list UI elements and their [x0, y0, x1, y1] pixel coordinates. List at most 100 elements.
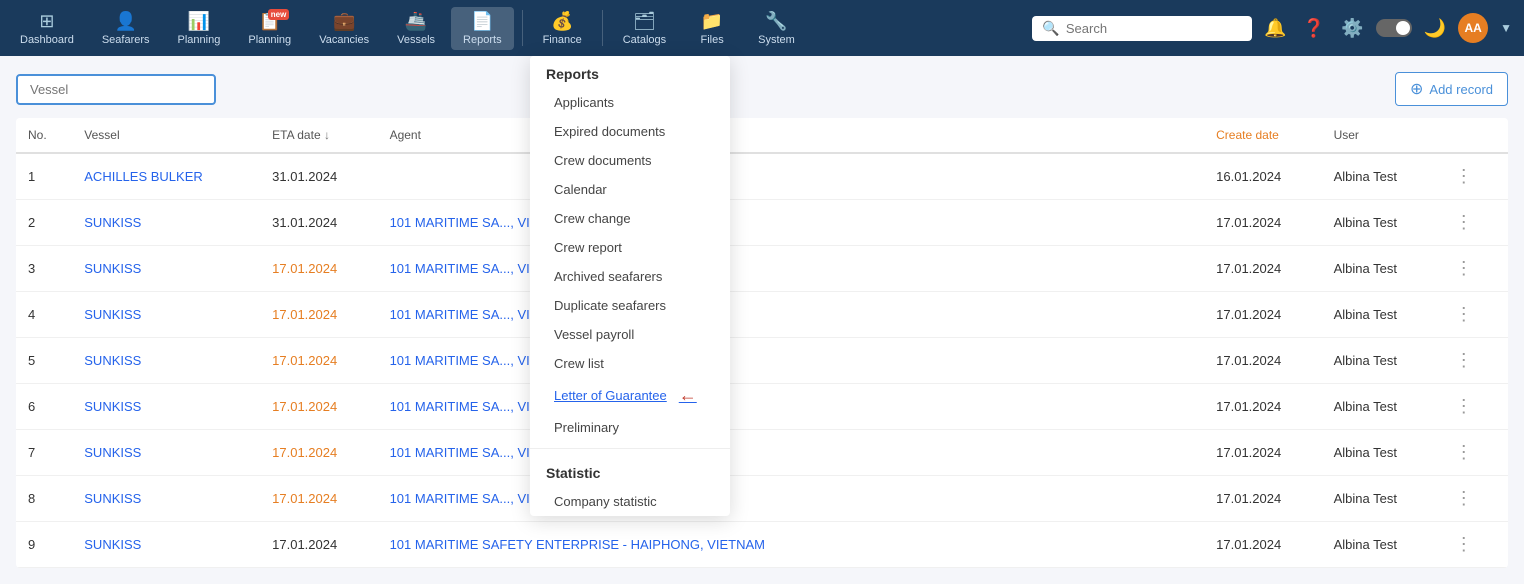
vessel-link[interactable]: SUNKISS	[84, 261, 141, 276]
row-more-button[interactable]: ⋮	[1449, 394, 1479, 419]
nav-seafarers-label: Seafarers	[102, 34, 150, 46]
nav-files[interactable]: 📁 Files	[682, 7, 742, 50]
avatar-chevron-icon[interactable]: ▼	[1496, 17, 1516, 39]
cell-eta: 17.01.2024	[260, 522, 377, 568]
dropdown-item-expired-docs[interactable]: Expired documents	[530, 117, 730, 146]
cell-vessel: SUNKISS	[72, 476, 260, 522]
search-container[interactable]: 🔍	[1032, 16, 1252, 41]
vessel-filter-input[interactable]	[16, 74, 216, 105]
cell-vessel: ACHILLES BULKER	[72, 153, 260, 200]
cell-vessel: SUNKISS	[72, 292, 260, 338]
cell-user: Albina Test	[1322, 246, 1437, 292]
help-icon[interactable]: ❓	[1299, 14, 1329, 43]
dropdown-item-duplicate-seafarers[interactable]: Duplicate seafarers	[530, 291, 730, 320]
nav-planning2[interactable]: new 📋 Planning	[236, 7, 303, 50]
cell-create-date: 17.01.2024	[1204, 476, 1321, 522]
dropdown-item-archived-seafarers[interactable]: Archived seafarers	[530, 262, 730, 291]
cell-more: ⋮	[1437, 384, 1508, 430]
cell-vessel: SUNKISS	[72, 522, 260, 568]
vessel-link[interactable]: SUNKISS	[84, 537, 141, 552]
nav-catalogs-label: Catalogs	[623, 34, 666, 46]
cell-no: 6	[16, 384, 72, 430]
cell-user: Albina Test	[1322, 384, 1437, 430]
dropdown-item-crew-list[interactable]: Crew list	[530, 349, 730, 378]
cell-eta: 17.01.2024	[260, 476, 377, 522]
theme-toggle[interactable]	[1376, 19, 1412, 37]
vessel-link[interactable]: SUNKISS	[84, 399, 141, 414]
row-more-button[interactable]: ⋮	[1449, 164, 1479, 189]
nav-planning[interactable]: 📊 Planning	[166, 7, 233, 50]
cell-spacer	[904, 200, 1204, 246]
cell-create-date: 16.01.2024	[1204, 153, 1321, 200]
vessel-link[interactable]: ACHILLES BULKER	[84, 169, 203, 184]
vessel-link[interactable]: SUNKISS	[84, 491, 141, 506]
add-record-button[interactable]: ⊕ Add record	[1395, 72, 1508, 106]
nav-reports[interactable]: 📄 Reports	[451, 7, 514, 50]
table-row: 2 SUNKISS 31.01.2024 101 MARITIME SA...,…	[16, 200, 1508, 246]
cell-no: 2	[16, 200, 72, 246]
cell-spacer	[904, 476, 1204, 522]
nav-catalogs[interactable]: 🗂 Catalogs	[611, 7, 678, 50]
planning-icon: 📊	[188, 11, 210, 32]
vessel-link[interactable]: SUNKISS	[84, 215, 141, 230]
row-more-button[interactable]: ⋮	[1449, 210, 1479, 235]
vessel-link[interactable]: SUNKISS	[84, 353, 141, 368]
cell-user: Albina Test	[1322, 292, 1437, 338]
nav-system-label: System	[758, 34, 795, 46]
dropdown-reports-title: Reports	[530, 56, 730, 88]
dropdown-item-crew-report[interactable]: Crew report	[530, 233, 730, 262]
cell-more: ⋮	[1437, 476, 1508, 522]
search-input[interactable]	[1066, 21, 1243, 36]
cell-spacer	[904, 338, 1204, 384]
cell-agent: 101 MARITIME SAFETY ENTERPRISE - HAIPHON…	[378, 522, 905, 568]
cell-more: ⋮	[1437, 153, 1508, 200]
add-record-label: Add record	[1429, 82, 1493, 97]
dropdown-item-crew-docs[interactable]: Crew documents	[530, 146, 730, 175]
cell-more: ⋮	[1437, 200, 1508, 246]
row-more-button[interactable]: ⋮	[1449, 440, 1479, 465]
nav-seafarers[interactable]: 👤 Seafarers	[90, 7, 162, 50]
table-row: 3 SUNKISS 17.01.2024 101 MARITIME SA...,…	[16, 246, 1508, 292]
nav-vacancies[interactable]: 💼 Vacancies	[307, 7, 381, 50]
nav-vessels[interactable]: 🚢 Vessels	[385, 7, 447, 50]
table-row: 6 SUNKISS 17.01.2024 101 MARITIME SA...,…	[16, 384, 1508, 430]
dropdown-item-calendar[interactable]: Calendar	[530, 175, 730, 204]
nav-finance[interactable]: 💰 Finance	[531, 7, 594, 50]
finance-icon: 💰	[551, 11, 573, 32]
settings-icon[interactable]: ⚙️	[1337, 14, 1367, 43]
table-row: 7 SUNKISS 17.01.2024 101 MARITIME SA...,…	[16, 430, 1508, 476]
cell-no: 1	[16, 153, 72, 200]
row-more-button[interactable]: ⋮	[1449, 302, 1479, 327]
row-more-button[interactable]: ⋮	[1449, 486, 1479, 511]
table-row: 4 SUNKISS 17.01.2024 101 MARITIME SA...,…	[16, 292, 1508, 338]
cell-spacer	[904, 384, 1204, 430]
dropdown-item-applicants[interactable]: Applicants	[530, 88, 730, 117]
cell-eta: 31.01.2024	[260, 153, 377, 200]
dropdown-item-company-statistic[interactable]: Company statistic	[530, 487, 730, 516]
dropdown-statistic-title: Statistic	[530, 455, 730, 487]
cell-eta: 17.01.2024	[260, 246, 377, 292]
add-record-plus-icon: ⊕	[1410, 79, 1423, 99]
row-more-button[interactable]: ⋮	[1449, 256, 1479, 281]
row-more-button[interactable]: ⋮	[1449, 348, 1479, 373]
seafarers-icon: 👤	[114, 11, 136, 32]
vessel-link[interactable]: SUNKISS	[84, 307, 141, 322]
dropdown-item-letter-of-guarantee[interactable]: Letter of Guarantee←	[530, 378, 730, 413]
notification-bell-icon[interactable]: 🔔	[1260, 14, 1290, 43]
dropdown-item-preliminary[interactable]: Preliminary	[530, 413, 730, 442]
cell-eta: 17.01.2024	[260, 292, 377, 338]
dropdown-item-crew-change[interactable]: Crew change	[530, 204, 730, 233]
vessel-link[interactable]: SUNKISS	[84, 445, 141, 460]
cell-eta: 17.01.2024	[260, 430, 377, 476]
dropdown-statistic-items: Company statistic	[530, 487, 730, 516]
dropdown-item-vessel-payroll[interactable]: Vessel payroll	[530, 320, 730, 349]
nav-system[interactable]: 🔧 System	[746, 7, 807, 50]
nav-vessels-label: Vessels	[397, 34, 435, 46]
row-more-button[interactable]: ⋮	[1449, 532, 1479, 557]
cell-user: Albina Test	[1322, 522, 1437, 568]
nav-dashboard[interactable]: ⊞ Dashboard	[8, 7, 86, 50]
avatar[interactable]: AA	[1458, 13, 1488, 43]
col-eta-date[interactable]: ETA date	[260, 118, 377, 153]
night-mode-icon[interactable]: 🌙	[1420, 14, 1450, 43]
col-actions	[1437, 118, 1508, 153]
